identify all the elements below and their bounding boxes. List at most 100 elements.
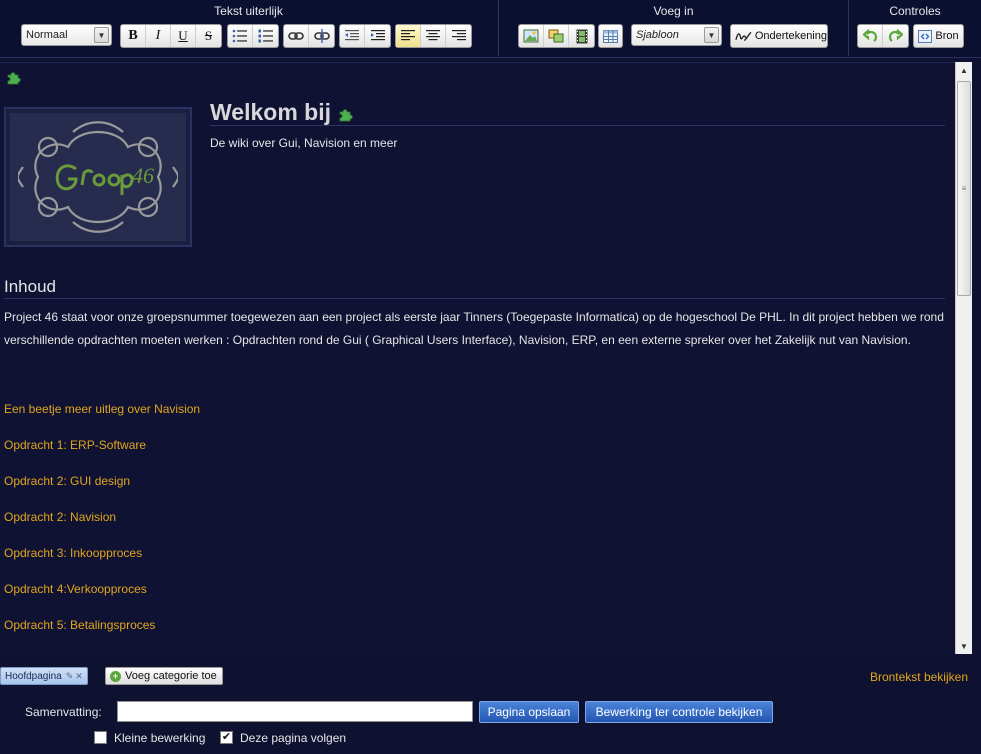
bold-icon: B [128,28,138,43]
format-select[interactable]: Normaal ▼ [21,24,112,46]
scroll-down-arrow-icon[interactable]: ▼ [956,638,972,654]
add-category-button[interactable]: + Voeg categorie toe [105,667,223,685]
strikethrough-button[interactable]: S [196,25,221,47]
bold-button[interactable]: B [121,25,146,47]
signature-label: Ondertekening [754,30,827,42]
strikethrough-icon: S [204,28,213,43]
svg-text:46: 46 [132,163,154,188]
indent-buttons [339,24,391,48]
content-link[interactable]: Een beetje meer uitleg over Navision [4,402,200,416]
content-link[interactable]: Opdracht 5: Betalingsproces [4,618,155,632]
puzzle-icon [7,72,21,85]
unlink-icon [313,29,330,43]
undo-button[interactable] [858,25,883,47]
insert-image-button[interactable] [519,25,544,47]
link-icon [288,32,304,40]
section-title: Inhoud [4,277,945,299]
content-link[interactable]: Opdracht 2: Navision [4,510,116,524]
summary-label: Samenvatting: [25,705,102,719]
align-right-icon [451,30,466,41]
toolbar-group-controls-title: Controles [889,4,941,18]
list-buttons [227,24,279,48]
editor-scrollbar[interactable]: ▲ ≡ ▼ [955,62,972,654]
link-buttons [283,24,335,48]
watch-page-checkbox[interactable]: ✔ [220,731,233,744]
page-heading: Welkom bij [210,99,945,126]
align-center-icon [426,30,440,41]
signature-icon [735,31,752,42]
source-button[interactable]: Bron [913,24,964,48]
underline-icon: U [178,28,188,43]
minor-edit-label: Kleine bewerking [114,731,206,745]
content-link[interactable]: Opdracht 2: GUI design [4,474,130,488]
source-label: Bron [935,30,959,42]
content-link[interactable]: Opdracht 4:Verkoopproces [4,582,147,596]
chevron-down-icon: ▼ [94,27,109,43]
undo-icon [862,29,877,42]
film-icon [576,29,587,43]
logo-image: 46 [18,121,178,233]
scrollbar-thumb[interactable]: ≡ [957,81,971,296]
minor-edit-checkbox[interactable] [94,731,107,744]
page-heading-text: Welkom bij [210,99,331,125]
image-icon [523,29,539,43]
indent-icon [370,30,385,41]
save-page-button[interactable]: Pagina opslaan [479,701,579,723]
text-style-buttons: B I U S [120,24,222,48]
plus-icon: + [110,670,121,682]
media-buttons [518,24,595,48]
content-link[interactable]: Opdracht 1: ERP-Software [4,438,146,452]
table-icon [603,29,618,43]
toolbar-group-insert-title: Voeg in [653,4,694,18]
chevron-down-icon: ▼ [704,27,719,43]
summary-input[interactable] [117,701,473,722]
align-right-button[interactable] [446,25,471,47]
underline-button[interactable]: U [171,25,196,47]
align-left-icon [401,30,415,41]
gallery-icon [548,29,564,43]
watch-page-label: Deze pagina volgen [240,731,347,745]
redo-icon [888,29,903,42]
logo-frame: 46 [10,113,186,241]
insert-link-button[interactable] [284,25,309,47]
editor-toolbar: Tekst uiterlijk Normaal ▼ B I U S Voeg i… [0,0,981,58]
signature-button[interactable]: Ondertekening [730,24,828,48]
view-source-link[interactable]: Brontekst bekijken [870,670,968,684]
align-buttons [395,24,472,48]
italic-icon: I [155,28,161,43]
editor-content[interactable]: 46 Welkom bij De wiki over Gui, Navision… [0,62,973,658]
bullet-list-icon [232,29,247,43]
redo-button[interactable] [883,25,908,47]
bullet-list-button[interactable] [228,25,253,47]
italic-button[interactable]: I [146,25,171,47]
puzzle-icon [339,108,353,121]
format-select-value: Normaal [26,29,68,41]
history-buttons [857,24,909,48]
numbered-list-button[interactable] [253,25,278,47]
page-subtitle: De wiki over Gui, Navision en meer [210,136,398,150]
remove-link-button[interactable] [309,25,334,47]
preview-changes-button[interactable]: Bewerking ter controle bekijken [585,701,773,723]
add-category-label: Voeg categorie toe [125,670,217,682]
insert-table-button[interactable] [598,24,623,48]
insert-media-button[interactable] [569,25,594,47]
content-link[interactable]: Opdracht 3: Inkoopproces [4,546,142,560]
intro-paragraph: Project 46 staat voor onze groepsnummer … [4,310,944,347]
align-center-button[interactable] [421,25,446,47]
remove-category-icon[interactable]: ✕ [75,671,83,682]
toolbar-group-text-title: Tekst uiterlijk [214,4,283,18]
edit-category-icon[interactable]: ✎ [66,671,74,682]
outdent-button[interactable] [340,25,365,47]
indent-button[interactable] [365,25,390,47]
insert-gallery-button[interactable] [544,25,569,47]
source-code-icon [918,29,933,43]
scroll-up-arrow-icon[interactable]: ▲ [956,62,972,78]
category-bar: Hoofdpagina ✎ ✕ + Voeg categorie toe Bro… [0,660,981,690]
align-left-button[interactable] [396,25,421,47]
group-logo: 46 [4,107,192,247]
category-tag[interactable]: Hoofdpagina ✎ ✕ [0,667,88,685]
outdent-icon [345,30,359,41]
template-select[interactable]: Sjabloon ▼ [631,24,722,46]
template-select-value: Sjabloon [636,29,679,41]
numbered-list-icon [258,29,273,43]
